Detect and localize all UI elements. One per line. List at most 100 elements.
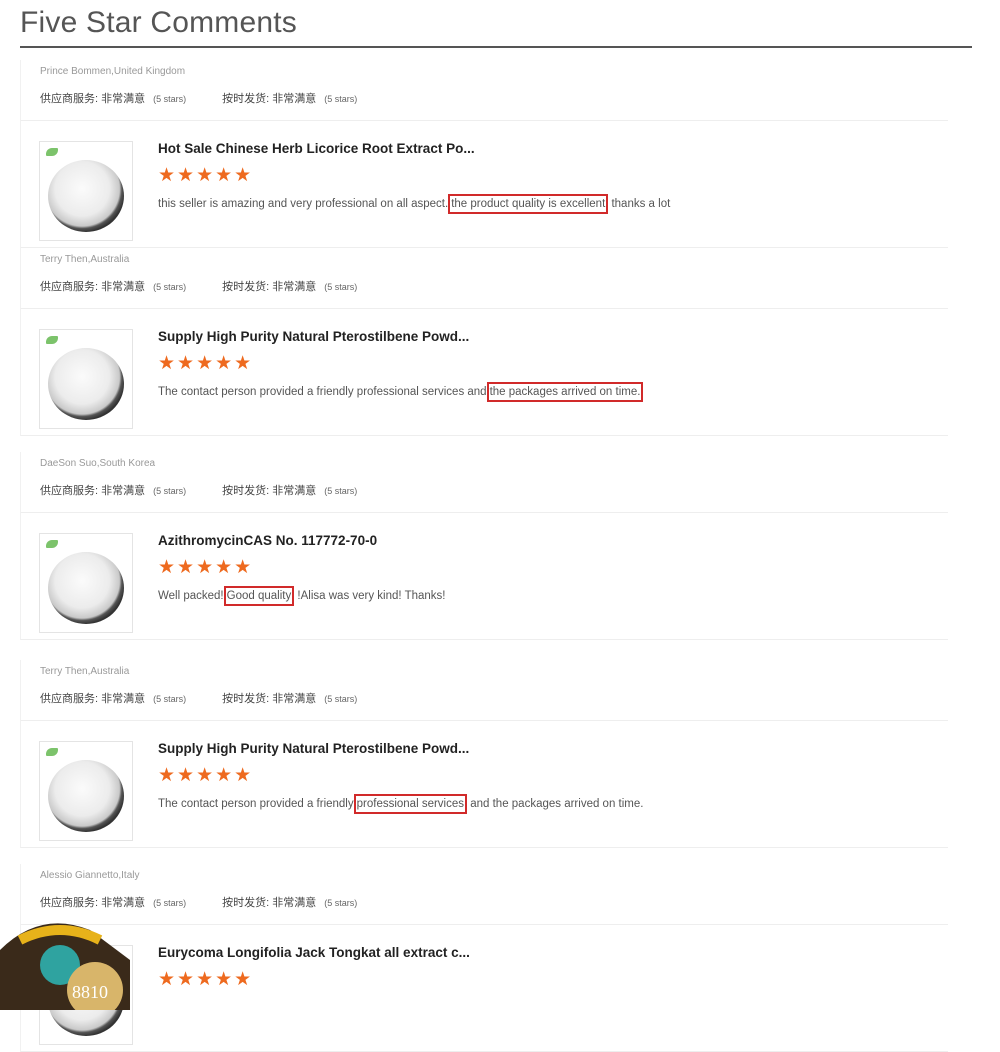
rating-item: 按时发货: 非常满意 (5 stars) [222,278,357,294]
rating-item: 供应商服务: 非常满意 (5 stars) [40,894,186,910]
rating-note: (5 stars) [153,282,187,292]
rating-label: 按时发货: [222,485,270,497]
product-thumbnail[interactable] [39,533,133,633]
review-item: Alessio Giannetto,Italy 供应商服务: 非常满意 (5 sta… [20,864,948,1052]
review-item: Terry Then,Australia 供应商服务: 非常满意 (5 stars)… [20,660,948,848]
rating-value: 非常满意 [272,485,317,497]
comment-text: Well packed! [158,590,224,602]
comment-highlight: the product quality is excellent [448,194,609,214]
rating-label: 按时发货: [222,93,270,105]
rating-label: 按时发货: [222,897,270,909]
title-divider [20,46,972,48]
rating-item: 供应商服务: 非常满意 (5 stars) [40,278,186,294]
product-thumbnail[interactable] [39,329,133,429]
review-item: Terry Then,Australia 供应商服务: 非常满意 (5 stars)… [20,248,948,436]
review-item: Prince Bommen,United Kingdom 供应商服务: 非常满意 (… [20,60,948,248]
review-comment: this seller is amazing and very professi… [158,194,671,214]
rating-value: 非常满意 [101,897,146,909]
product-card: Supply High Purity Natural Pterostilbene… [20,721,948,848]
rating-value: 非常满意 [272,897,317,909]
review-comment: The contact person provided a friendly pr… [158,794,644,814]
reviewer-header: Terry Then,Australia 供应商服务: 非常满意 (5 stars)… [20,248,948,309]
rating-note: (5 stars) [153,486,187,496]
reviewer-name: Prince Bommen,United Kingdom [40,66,186,77]
comment-text: this seller is amazing and very professi… [158,198,449,210]
powder-image [48,552,124,624]
rating-item: 供应商服务: 非常满意 (5 stars) [40,690,186,706]
star-rating: ★★★★★ [158,765,254,786]
powder-image [48,760,124,832]
leaf-badge-icon [46,336,58,344]
reviewer-name: Terry Then,Australia [40,666,130,677]
rating-line: 供应商服务: 非常满意 (5 stars) 按时发货: 非常满意 (5 stars) [40,894,393,910]
product-thumbnail[interactable] [39,741,133,841]
rating-note: (5 stars) [324,486,358,496]
rating-line: 供应商服务: 非常满意 (5 stars) 按时发货: 非常满意 (5 stars) [40,690,393,706]
page-title: Five Star Comments [20,6,297,39]
rating-label: 供应商服务: [40,693,99,705]
star-rating: ★★★★★ [158,969,254,990]
rating-value: 非常满意 [272,281,317,293]
comment-text-after: thanks a lot [611,198,671,210]
rating-item: 按时发货: 非常满意 (5 stars) [222,90,357,106]
rating-label: 供应商服务: [40,485,99,497]
star-rating: ★★★★★ [158,165,254,186]
comment-text: The contact person provided a friendly [158,798,354,810]
reviewer-header: Terry Then,Australia 供应商服务: 非常满意 (5 stars)… [20,660,948,721]
product-card: Eurycoma Longifolia Jack Tongkat all ext… [20,925,948,1052]
rating-value: 非常满意 [272,93,317,105]
comment-text-after: and the packages arrived on time. [470,798,644,810]
product-link[interactable]: Hot Sale Chinese Herb Licorice Root Extr… [158,141,475,156]
powder-image [48,160,124,232]
rating-label: 按时发货: [222,693,270,705]
star-rating: ★★★★★ [158,353,254,374]
leaf-badge-icon [46,540,58,548]
leaf-badge-icon [46,748,58,756]
reviewer-name: DaeSon Suo,South Korea [40,458,156,469]
review-comment: Well packed! Good quality !Alisa was very… [158,586,446,606]
rating-label: 供应商服务: [40,897,99,909]
watermark-text: 8810 [72,982,108,1002]
rating-note: (5 stars) [324,694,358,704]
reviewer-name: Terry Then,Australia [40,254,130,265]
rating-note: (5 stars) [324,898,358,908]
rating-value: 非常满意 [101,693,146,705]
comment-highlight: Good quality [223,586,295,606]
rating-value: 非常满意 [101,93,146,105]
rating-value: 非常满意 [272,693,317,705]
rating-line: 供应商服务: 非常满意 (5 stars) 按时发货: 非常满意 (5 stars) [40,90,393,106]
comment-highlight: professional services [353,794,468,814]
product-card: Supply High Purity Natural Pterostilbene… [20,309,948,436]
product-thumbnail[interactable] [39,141,133,241]
rating-item: 供应商服务: 非常满意 (5 stars) [40,482,186,498]
product-link[interactable]: AzithromycinCAS No. 117772-70-0 [158,533,377,548]
comment-text-after: !Alisa was very kind! Thanks! [297,590,446,602]
rating-item: 按时发货: 非常满意 (5 stars) [222,482,357,498]
rating-note: (5 stars) [324,282,358,292]
product-link[interactable]: Supply High Purity Natural Pterostilbene… [158,329,469,344]
rating-value: 非常满意 [101,281,146,293]
reviewer-name: Alessio Giannetto,Italy [40,870,140,881]
product-link[interactable]: Supply High Purity Natural Pterostilbene… [158,741,469,756]
rating-label: 供应商服务: [40,93,99,105]
reviewer-header: Alessio Giannetto,Italy 供应商服务: 非常满意 (5 sta… [20,864,948,925]
rating-line: 供应商服务: 非常满意 (5 stars) 按时发货: 非常满意 (5 stars) [40,278,393,294]
review-item: DaeSon Suo,South Korea 供应商服务: 非常满意 (5 star… [20,452,948,640]
star-rating: ★★★★★ [158,557,254,578]
rating-item: 按时发货: 非常满意 (5 stars) [222,894,357,910]
leaf-badge-icon [46,148,58,156]
rating-note: (5 stars) [153,94,187,104]
rating-line: 供应商服务: 非常满意 (5 stars) 按时发货: 非常满意 (5 stars) [40,482,393,498]
product-link[interactable]: Eurycoma Longifolia Jack Tongkat all ext… [158,945,470,960]
rating-note: (5 stars) [153,898,187,908]
rating-note: (5 stars) [324,94,358,104]
comment-highlight: the packages arrived on time. [486,382,644,402]
rating-label: 供应商服务: [40,281,99,293]
rating-item: 供应商服务: 非常满意 (5 stars) [40,90,186,106]
avatar-decoration: 8810 [0,923,130,1010]
powder-image [48,348,124,420]
rating-label: 按时发货: [222,281,270,293]
reviewer-header: Prince Bommen,United Kingdom 供应商服务: 非常满意 (… [20,60,948,121]
comment-text: The contact person provided a friendly p… [158,386,487,398]
rating-item: 按时发货: 非常满意 (5 stars) [222,690,357,706]
